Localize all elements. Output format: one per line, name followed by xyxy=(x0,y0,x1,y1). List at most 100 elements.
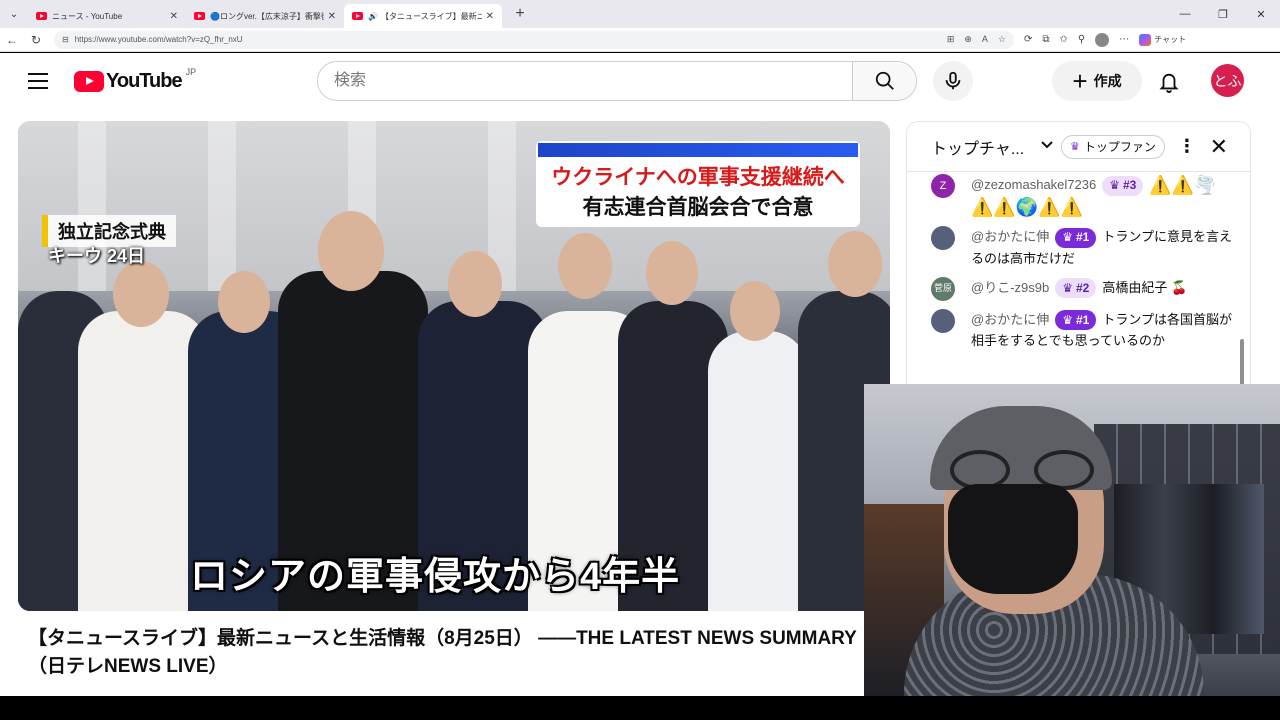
address-bar[interactable]: ⊟ https://www.youtube.com/watch?v=zQ_fhr… xyxy=(54,30,1014,49)
tab-close-icon[interactable]: ✕ xyxy=(170,11,178,22)
profile-avatar[interactable] xyxy=(1095,32,1110,47)
top-fan-filter-chip[interactable]: ♛ トップファン xyxy=(1061,134,1165,159)
window-controls: — ❐ ✕ xyxy=(1166,0,1280,28)
crown-icon: ♛ xyxy=(1062,280,1073,295)
letterbox-bar xyxy=(0,696,1280,720)
rank-badge: ♛ #1 xyxy=(1055,310,1097,331)
plus-icon: + xyxy=(1072,66,1088,96)
chat-author[interactable]: @zezomashakel7236 xyxy=(971,177,1096,192)
video-overlay-location-label: キーウ 24日 xyxy=(48,246,146,266)
read-aloud-icon[interactable]: A xyxy=(982,34,988,45)
window-close-icon[interactable]: ✕ xyxy=(1242,8,1280,21)
youtube-logo[interactable]: YouTube JP xyxy=(74,66,197,93)
app-install-icon[interactable]: ⊞ xyxy=(947,34,955,45)
create-label: 作成 xyxy=(1093,73,1122,89)
video-headline-line1: ウクライナへの軍事支援継続へ xyxy=(551,166,845,189)
avatar[interactable]: Z xyxy=(931,174,955,198)
logo-text: YouTube xyxy=(106,70,183,92)
chevron-down-icon[interactable] xyxy=(1039,136,1055,157)
video-caption: ロシアの軍事侵攻から4年半 xyxy=(190,556,681,598)
region-code: JP xyxy=(185,66,197,77)
avatar[interactable] xyxy=(931,308,955,333)
zoom-icon[interactable]: ⊕ xyxy=(964,34,972,45)
chat-message[interactable]: 菅原 @りこ-z9s9b ♛ #2 高橋由紀子 🍒 xyxy=(907,276,1237,301)
crown-icon: ♛ xyxy=(1070,141,1080,153)
video-title: 【タニュースライブ】最新ニュースと生活情報（8月25日） ――THE LATES… xyxy=(28,628,857,677)
video-player[interactable]: 独立記念式典 キーウ 24日 ウクライナへの軍事支援継続へ 有志連合首脳会合で合… xyxy=(18,121,890,611)
minimize-icon[interactable]: — xyxy=(1166,8,1204,20)
url-text: https://www.youtube.com/watch?v=zQ_fhr_n… xyxy=(74,35,243,44)
account-avatar[interactable]: とふ xyxy=(1211,64,1244,97)
avatar[interactable] xyxy=(931,226,955,251)
browser-tab[interactable]: ニュース - YouTube ✕ xyxy=(28,4,186,28)
face-mask xyxy=(948,484,1078,594)
favorites-icon[interactable]: ✩ xyxy=(1060,34,1068,45)
copilot-chat-button[interactable]: チャット xyxy=(1139,33,1187,46)
avatar[interactable]: 菅原 xyxy=(931,276,955,301)
chat-message[interactable]: @おかたに伸 ♛ #1 トランプは各国首脳が相手をするとでも思っているのか xyxy=(907,308,1237,352)
restore-icon[interactable]: ❐ xyxy=(1204,8,1242,21)
chat-message[interactable]: @おかたに伸 ♛ #1 トランプに意見を言えるのは高市だけだ xyxy=(907,226,1237,269)
chat-button-label: チャット xyxy=(1154,35,1187,44)
audio-playing-icon[interactable]: 🔊 xyxy=(368,12,378,21)
search-button[interactable] xyxy=(852,62,916,100)
rank-badge: ♛ #2 xyxy=(1055,278,1097,299)
youtube-favicon-icon xyxy=(36,12,47,20)
browser-tab-active[interactable]: 🔊 【タニュースライブ】最新ニュースと生 ✕ xyxy=(344,4,502,28)
voice-search-button[interactable] xyxy=(933,61,973,101)
chat-author[interactable]: @おかたに伸 xyxy=(971,229,1049,244)
youtube-favicon-icon xyxy=(194,12,205,20)
tab-close-icon[interactable]: ✕ xyxy=(328,11,336,22)
masthead: YouTube JP + 作成 とふ xyxy=(0,53,1280,109)
search-input[interactable] xyxy=(318,62,852,100)
webcam-overlay xyxy=(864,384,1280,696)
microphone-icon xyxy=(945,71,961,90)
live-chat-header: トップチャ... ♛ トップファン ⋮ ✕ xyxy=(907,122,1250,172)
favorite-star-icon[interactable]: ☆ xyxy=(998,34,1006,45)
crown-icon: ♛ xyxy=(1062,312,1073,327)
extensions-icon[interactable]: ⚲ xyxy=(1078,34,1085,45)
rank-text: #3 xyxy=(1122,178,1137,193)
rank-text: #1 xyxy=(1075,312,1090,327)
more-icon[interactable]: ⋯ xyxy=(1119,34,1129,45)
back-icon[interactable]: ← xyxy=(0,33,24,47)
search-icon xyxy=(875,71,894,90)
split-screen-icon[interactable]: ⧉ xyxy=(1042,34,1049,45)
chat-message[interactable]: Z @zezomashakel7236 ♛ #3 ⚠️⚠️🌪️⚠️⚠️🌍⚠️⚠️ xyxy=(907,174,1237,218)
top-fan-label: トップファン xyxy=(1083,140,1156,154)
bell-icon xyxy=(1159,73,1179,93)
tab-search-icon[interactable]: ⌄ xyxy=(0,0,28,28)
reload-icon[interactable]: ↻ xyxy=(24,33,48,47)
new-tab-button[interactable]: + xyxy=(510,5,530,23)
chat-mode-selector[interactable]: トップチャ... xyxy=(931,135,1031,159)
tab-title: 【タニュースライブ】最新ニュースと生 xyxy=(380,11,482,21)
rank-badge: ♛ #3 xyxy=(1102,175,1144,196)
guide-menu-icon[interactable] xyxy=(28,73,48,89)
rank-badge: ♛ #1 xyxy=(1055,227,1097,248)
chat-text: 高橋由紀子 🍒 xyxy=(1102,279,1188,295)
search-box xyxy=(317,61,917,101)
video-headline-box: ウクライナへの軍事支援継続へ 有志連合首脳会合で合意 xyxy=(538,143,858,225)
site-info-icon[interactable]: ⊟ xyxy=(62,35,69,44)
tab-title: ニュース - YouTube xyxy=(52,11,123,21)
create-button[interactable]: + 作成 xyxy=(1052,61,1142,101)
chat-message-list: Z @zezomashakel7236 ♛ #3 ⚠️⚠️🌪️⚠️⚠️🌍⚠️⚠️ @お… xyxy=(907,172,1237,351)
chat-author[interactable]: @りこ-z9s9b xyxy=(971,280,1049,295)
browser-toolbar: ← ↻ ⊟ https://www.youtube.com/watch?v=zQ… xyxy=(0,28,1280,52)
tab-title: 🔵ロングver.【広末涼子】衝撃後初の… xyxy=(210,11,324,21)
more-options-icon[interactable]: ⋮ xyxy=(1177,136,1197,157)
tab-close-icon[interactable]: ✕ xyxy=(486,11,494,22)
copilot-icon xyxy=(1139,33,1152,46)
youtube-favicon-icon xyxy=(352,12,363,20)
youtube-logo-icon xyxy=(74,71,104,92)
chat-author[interactable]: @おかたに伸 xyxy=(971,312,1049,327)
notifications-button[interactable] xyxy=(1152,65,1186,99)
browser-tab[interactable]: 🔵ロングver.【広末涼子】衝撃後初の… ✕ xyxy=(186,4,344,28)
close-icon[interactable]: ✕ xyxy=(1207,134,1231,160)
rank-text: #2 xyxy=(1075,280,1090,295)
refresh-extension-icon[interactable]: ⟳ xyxy=(1024,34,1032,45)
video-headline-line2: 有志連合首脳会合で合意 xyxy=(582,196,814,219)
crown-icon: ♛ xyxy=(1062,230,1073,245)
rank-text: #1 xyxy=(1075,230,1090,245)
browser-tab-strip: ⌄ ニュース - YouTube ✕ 🔵ロングver.【広末涼子】衝撃後初の… … xyxy=(0,0,1280,28)
